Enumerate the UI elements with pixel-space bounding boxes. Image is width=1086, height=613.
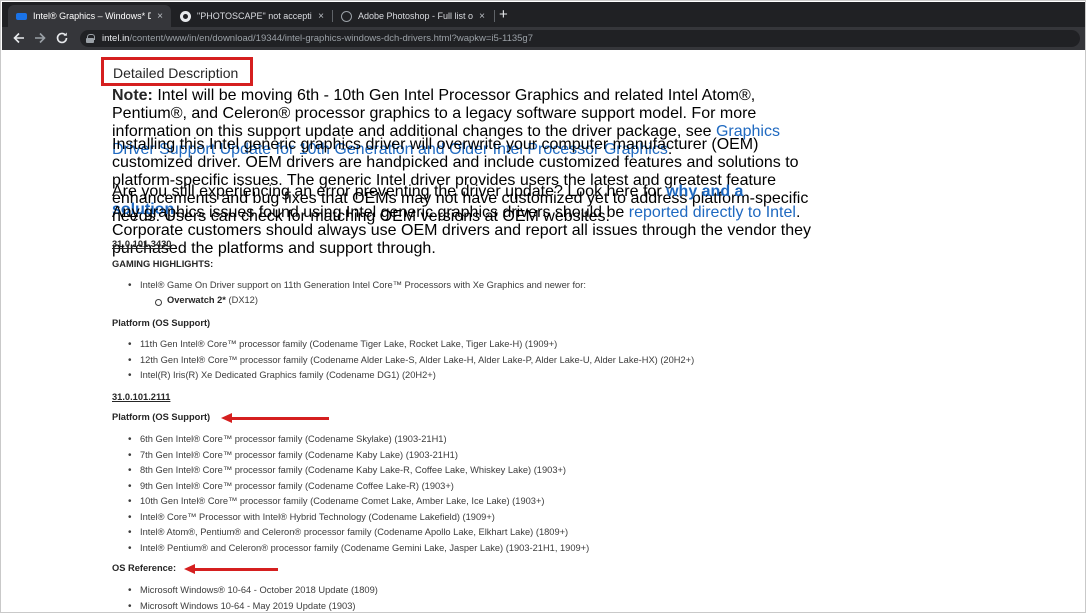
version-heading: 31.0.101.3430 [112,239,172,249]
intel-favicon-icon [16,12,27,20]
os-reference-heading: OS Reference: [112,563,177,573]
list-item: Intel® Atom®, Pentium® and Celeron® proc… [127,526,589,542]
platform-heading: Platform (OS Support) [112,412,211,422]
version-heading: 31.0.101.2111 [112,392,171,402]
issues-paragraph: Any graphics issues found using Intel ge… [112,204,812,258]
globe-icon [341,10,352,22]
address-bar[interactable]: intel.in/content/www/in/en/download/1934… [80,30,1080,47]
list-item: Overwatch 2* (DX12) [154,295,258,306]
red-arrow-annotation [184,564,278,574]
red-arrow-annotation [221,413,329,423]
issues-text: Any graphics issues found using Intel ge… [112,204,629,221]
browser-toolbar: intel.in/content/www/in/en/download/1934… [2,27,1085,50]
close-tab-icon[interactable]: × [318,11,324,22]
tab-strip: Intel® Graphics – Windows* DCH × "PHOTOS… [2,2,1085,27]
url-host: intel.in [102,33,130,44]
reload-button[interactable] [54,30,70,46]
gaming-list: Intel® Game On Driver support on 11th Ge… [127,279,586,295]
lock-icon [86,34,95,43]
list-item: 7th Gen Intel® Core™ processor family (C… [127,449,589,465]
list-item: Intel® Pentium® and Celeron® processor f… [127,542,589,558]
forward-button[interactable] [32,30,48,46]
tab-title: Adobe Photoshop - Full list of Sh [358,11,474,21]
platform-heading: Platform (OS Support) [112,318,211,328]
list-item: 11th Gen Intel® Core™ processor family (… [127,338,694,354]
forward-arrow-icon [35,32,46,44]
list-item: Microsoft Windows® 10-64 - October 2018 … [127,584,378,600]
gaming-highlights-heading: GAMING HIGHLIGHTS: [112,259,214,269]
screenshot-frame: Intel® Graphics – Windows* DCH × "PHOTOS… [0,0,1086,613]
list-item: 9th Gen Intel® Core™ processor family (C… [127,480,589,496]
report-to-intel-link[interactable]: reported directly to Intel [629,204,796,221]
game-name: Overwatch 2* [167,295,226,305]
url-text[interactable]: intel.in/content/www/in/en/download/1934… [102,33,533,44]
platform-list-2: 6th Gen Intel® Core™ processor family (C… [127,433,589,557]
list-item: 12th Gen Intel® Core™ processor family (… [127,354,694,370]
tab-separator [494,10,495,22]
list-item: 10th Gen Intel® Core™ processor family (… [127,495,589,511]
close-tab-icon[interactable]: × [479,11,485,22]
url-path: /content/www/in/en/download/19344/intel-… [129,33,533,44]
tab-photoscape[interactable]: "PHOTOSCAPE" not accepting sh × [172,5,332,27]
list-item: Intel(R) Iris(R) Xe Dedicated Graphics f… [127,369,694,385]
close-tab-icon[interactable]: × [157,11,163,22]
gaming-sublist: Overwatch 2* (DX12) [154,295,258,306]
tab-adobe-photoshop[interactable]: Adobe Photoshop - Full list of Sh × [333,5,493,27]
page-title: Detailed Description [113,65,239,81]
note-text: Intel will be moving 6th - 10th Gen Inte… [112,87,757,140]
platform-list-1: 11th Gen Intel® Core™ processor family (… [127,338,694,385]
tab-intel-graphics[interactable]: Intel® Graphics – Windows* DCH × [8,5,171,27]
error-text: Are you still experiencing an error prev… [112,183,667,200]
list-item: Intel® Game On Driver support on 11th Ge… [127,279,586,295]
back-button[interactable] [11,30,27,46]
google-favicon-icon [180,10,191,22]
new-tab-icon[interactable]: + [499,7,508,22]
back-arrow-icon [13,32,24,44]
list-item: 8th Gen Intel® Core™ processor family (C… [127,464,589,480]
note-label: Note: [112,87,153,104]
tab-title: Intel® Graphics – Windows* DCH [33,11,151,21]
list-item: Microsoft Windows 10-64 - May 2019 Updat… [127,600,378,613]
page-content: Detailed Description Note: Intel will be… [2,50,1085,613]
list-item: 6th Gen Intel® Core™ processor family (C… [127,433,589,449]
list-item: Intel® Core™ Processor with Intel® Hybri… [127,511,589,527]
os-list: Microsoft Windows® 10-64 - October 2018 … [127,584,378,613]
tab-title: "PHOTOSCAPE" not accepting sh [197,11,312,21]
reload-icon [56,32,68,44]
game-api: (DX12) [225,295,258,305]
